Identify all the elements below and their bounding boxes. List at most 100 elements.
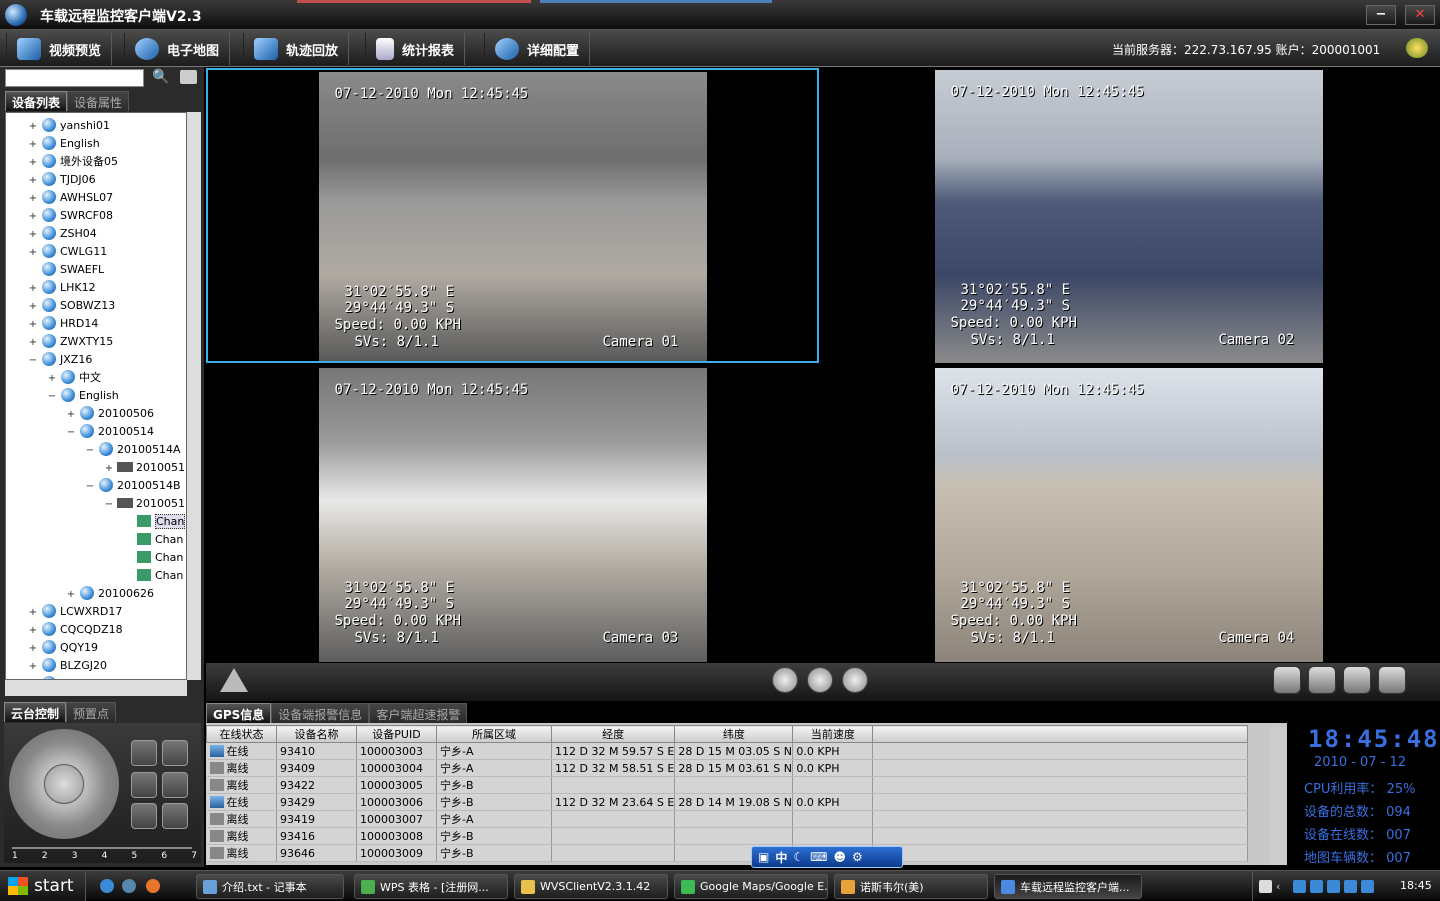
tree-node[interactable]: − 20100514A	[85, 441, 181, 459]
gps-table-scrollbar[interactable]	[1270, 727, 1286, 865]
ime-user-icon[interactable]: ☻	[833, 850, 846, 864]
column-header[interactable]: 当前速度	[792, 725, 874, 743]
tree-node[interactable]: Chan	[123, 513, 186, 531]
tree-expander-icon[interactable]: +	[28, 136, 38, 154]
security-tray-icon[interactable]	[1310, 879, 1323, 893]
ime-tray-icon[interactable]	[1259, 879, 1272, 893]
tree-node[interactable]: − 20100514B	[85, 477, 181, 495]
tree-node[interactable]: + TJDJ06	[28, 171, 96, 189]
table-row[interactable]: 在线 93410 100003003 宁乡-A 112 D 32 M 59.57 S E…	[206, 742, 1249, 760]
volume-tray-icon[interactable]	[1327, 879, 1340, 893]
ime-settings-icon[interactable]: ⚙	[852, 850, 863, 864]
table-row[interactable]: 离线 93422 100003005 宁乡-B	[206, 776, 1249, 794]
tree-node[interactable]: SWAEFL	[28, 261, 104, 279]
tree-expander-icon[interactable]: +	[28, 280, 38, 298]
iris-open-button[interactable]	[131, 803, 157, 829]
video-cell-2[interactable]: 07-12-2010 Mon 12:45:45 31°02′55.8" E 29°4…	[822, 68, 1435, 363]
tree-expander-icon[interactable]: +	[47, 370, 57, 388]
tree-node[interactable]: + 中文	[47, 369, 101, 387]
taskbar-task[interactable]: Google Maps/Google E...	[674, 874, 828, 899]
start-button[interactable]: start	[0, 871, 86, 901]
tree-node[interactable]: Chan	[123, 567, 183, 585]
tree-node[interactable]: + HRD14	[28, 315, 98, 333]
table-row[interactable]: 离线 93646 100003009 宁乡-B	[206, 844, 1249, 862]
tree-expander-icon[interactable]: +	[28, 604, 38, 622]
snapshot-camera-icon[interactable]	[807, 667, 833, 693]
tree-node[interactable]: + English	[28, 135, 100, 153]
table-row[interactable]: 在线 93429 100003006 宁乡-B 112 D 32 M 23.64 S E…	[206, 793, 1249, 811]
tree-node[interactable]: + 境外设备05	[28, 153, 118, 171]
taskbar-task[interactable]: WVSClientV2.3.1.42	[514, 874, 668, 899]
tab-device-properties[interactable]: 设备属性	[67, 91, 130, 111]
tab-device-list[interactable]: 设备列表	[5, 91, 68, 111]
tree-node[interactable]: Chan	[123, 549, 183, 567]
tree-node[interactable]: + CWLG11	[28, 243, 107, 261]
tree-node[interactable]: + SOBWZ13	[28, 297, 115, 315]
column-header[interactable]: 所属区域	[436, 725, 552, 743]
ime-logo-icon[interactable]: ▣	[758, 850, 769, 864]
monitor-tray-icon[interactable]	[1361, 879, 1374, 893]
tray-expand-icon[interactable]: ‹	[1276, 880, 1289, 893]
tree-expander-icon[interactable]: +	[28, 190, 38, 208]
stop-record-button[interactable]	[772, 667, 798, 693]
tab-overspeed-alarm[interactable]: 客户端超速报警	[369, 703, 468, 723]
tree-horizontal-scrollbar[interactable]	[5, 680, 187, 696]
zoom-out-button[interactable]	[162, 740, 188, 766]
column-header[interactable]: 设备PUID	[356, 725, 437, 743]
tree-node[interactable]: − 20100514	[66, 423, 154, 441]
fullscreen-icon[interactable]	[1308, 666, 1336, 694]
tree-expander-icon[interactable]: +	[28, 622, 38, 640]
video-cell-1[interactable]: 07-12-2010 Mon 12:45:45 31°02′55.8" E 29°4…	[206, 68, 819, 363]
tree-expander-icon[interactable]: +	[28, 208, 38, 226]
ptz-direction-pad[interactable]	[9, 729, 119, 839]
tree-expander-icon[interactable]: +	[28, 172, 38, 190]
export-icon[interactable]	[1378, 666, 1406, 694]
focus-near-button[interactable]	[131, 772, 157, 798]
ime-toolbar[interactable]: ▣ 中 ☾ ⌨ ☻ ⚙	[751, 846, 903, 868]
table-row[interactable]: 离线 93419 100003007 宁乡-A	[206, 810, 1249, 828]
column-header[interactable]: 在线状态	[206, 725, 277, 743]
device-search-input[interactable]	[5, 69, 144, 87]
tree-expander-icon[interactable]: −	[85, 442, 95, 460]
taskbar-task[interactable]: 车载远程监控客户端...	[994, 874, 1142, 899]
tree-expander-icon[interactable]: +	[66, 586, 76, 604]
report-button[interactable]: 统计报表	[365, 33, 466, 65]
ie-quicklaunch-icon[interactable]	[100, 879, 114, 893]
tab-presets[interactable]: 预置点	[66, 702, 117, 722]
tree-node[interactable]: − 2010051	[104, 495, 185, 513]
column-header[interactable]: 纬度	[674, 725, 794, 743]
video-cell-4[interactable]: 07-12-2010 Mon 12:45:45 31°02′55.8" E 29°4…	[822, 366, 1435, 662]
tab-ptz-control[interactable]: 云台控制	[4, 702, 67, 722]
tree-node[interactable]: + QQY19	[28, 639, 98, 657]
tree-expander-icon[interactable]: +	[28, 658, 38, 676]
tree-node[interactable]: + LCWXRD17	[28, 603, 122, 621]
network-tray-icon[interactable]	[1293, 879, 1306, 893]
audio-speaker-icon[interactable]	[842, 667, 868, 693]
column-header[interactable]: 设备名称	[276, 725, 357, 743]
ime-moon-icon[interactable]: ☾	[793, 850, 804, 864]
iris-close-button[interactable]	[162, 803, 188, 829]
tree-node[interactable]: + BLZGJ20	[28, 657, 107, 675]
tree-expander-icon[interactable]: +	[28, 154, 38, 172]
emap-button[interactable]: 电子地图	[124, 33, 231, 65]
tree-node[interactable]: − JXZ16	[28, 351, 92, 369]
tree-expander-icon[interactable]: −	[85, 478, 95, 496]
tab-device-alarm[interactable]: 设备端报警信息	[271, 703, 370, 723]
column-header[interactable]: 经度	[550, 725, 676, 743]
config-button[interactable]: 详细配置	[484, 33, 591, 65]
user-status-icon[interactable]	[1406, 38, 1428, 58]
taskbar-task[interactable]: 诺斯韦尔(美)	[834, 874, 988, 899]
video-cell-3[interactable]: 07-12-2010 Mon 12:45:45 31°02′55.8" E 29°4…	[206, 366, 819, 662]
table-row[interactable]: 离线 93409 100003004 宁乡-A 112 D 32 M 58.51 S E…	[206, 759, 1249, 777]
tree-expander-icon[interactable]: −	[28, 352, 38, 370]
zoom-in-button[interactable]	[131, 740, 157, 766]
tree-expander-icon[interactable]: −	[66, 424, 76, 442]
tree-expander-icon[interactable]: +	[28, 244, 38, 262]
tree-expander-icon[interactable]: +	[28, 226, 38, 244]
tree-node[interactable]: + yanshi01	[28, 117, 110, 135]
tree-node[interactable]: + CQCQDZ18	[28, 621, 123, 639]
print-icon[interactable]	[180, 70, 197, 84]
tree-node[interactable]: + AWHSL07	[28, 189, 113, 207]
ptz-speed-slider[interactable]	[12, 847, 192, 849]
taskbar-task[interactable]: WPS 表格 - [注册网...	[354, 874, 508, 899]
